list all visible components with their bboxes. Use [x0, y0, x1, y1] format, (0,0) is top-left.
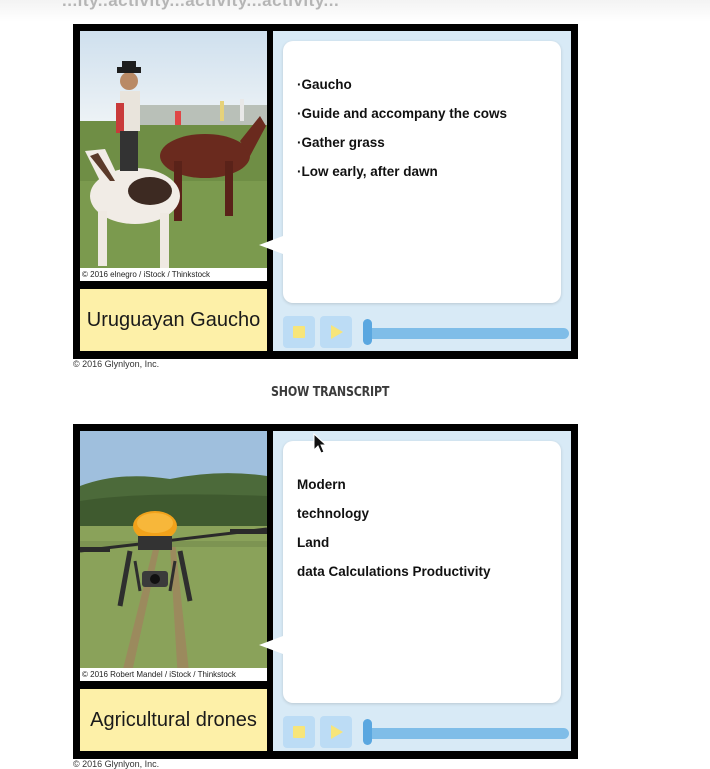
audio-progress-knob[interactable]	[363, 319, 372, 345]
play-button[interactable]	[320, 716, 352, 748]
bullet-item: data Calculations Productivity	[297, 564, 491, 579]
card-caption: Uruguayan Gaucho	[80, 289, 267, 351]
bullet-item: ·Low early, after dawn	[297, 164, 438, 179]
bullet-item: Land	[297, 535, 330, 550]
agricultural-drone-photo: © 2016 Robert Mandel / iStock / Thinksto…	[80, 431, 267, 681]
top-cut-text-strip: ...ity..activity...activity...activity..…	[0, 0, 710, 22]
copyright-note: © 2016 Glynlyon, Inc.	[73, 359, 160, 369]
bullet-item: ·Gaucho	[297, 77, 352, 92]
audio-controls	[283, 716, 571, 748]
bullet-item: ·Gather grass	[297, 135, 385, 150]
bullet-item: technology	[297, 506, 370, 521]
card-caption: Agricultural drones	[80, 689, 267, 751]
show-transcript-link[interactable]: SHOW TRANSCRIPT	[271, 385, 389, 400]
audio-progress-track[interactable]	[365, 328, 569, 339]
speech-bubble-tail	[259, 236, 283, 254]
bullet-item: Modern	[297, 477, 346, 492]
media-card-drones: © 2016 Robert Mandel / iStock / Thinksto…	[73, 424, 578, 759]
narration-panel: Modern technology Land data Calculations…	[259, 431, 571, 751]
bullet-item: ·Guide and accompany the cows	[297, 106, 508, 121]
stop-button[interactable]	[283, 316, 315, 348]
media-card-gaucho: © 2016 elnegro / iStock / Thinkstock Uru…	[73, 24, 578, 359]
play-icon	[331, 325, 343, 339]
speech-bubble: Modern technology Land data Calculations…	[259, 441, 561, 703]
bullet-list: ·Gaucho ·Guide and accompany the cows ·G…	[283, 41, 561, 193]
stop-button[interactable]	[283, 716, 315, 748]
gaucho-horse-photo: © 2016 elnegro / iStock / Thinkstock	[80, 31, 267, 281]
audio-progress-track[interactable]	[365, 728, 569, 739]
audio-progress-knob[interactable]	[363, 719, 372, 745]
photo-credit: © 2016 elnegro / iStock / Thinkstock	[80, 268, 267, 281]
bullet-list: Modern technology Land data Calculations…	[283, 441, 561, 593]
stop-icon	[293, 326, 305, 338]
photo-credit: © 2016 Robert Mandel / iStock / Thinksto…	[80, 668, 267, 681]
speech-bubble: ·Gaucho ·Guide and accompany the cows ·G…	[259, 41, 561, 303]
top-cut-text: ...ity..activity...activity...activity..…	[62, 0, 340, 10]
play-icon	[331, 725, 343, 739]
play-button[interactable]	[320, 316, 352, 348]
speech-bubble-tail	[259, 636, 283, 654]
stop-icon	[293, 726, 305, 738]
mouse-pointer-icon	[313, 433, 327, 454]
narration-panel: ·Gaucho ·Guide and accompany the cows ·G…	[259, 31, 571, 351]
audio-controls	[283, 316, 571, 348]
